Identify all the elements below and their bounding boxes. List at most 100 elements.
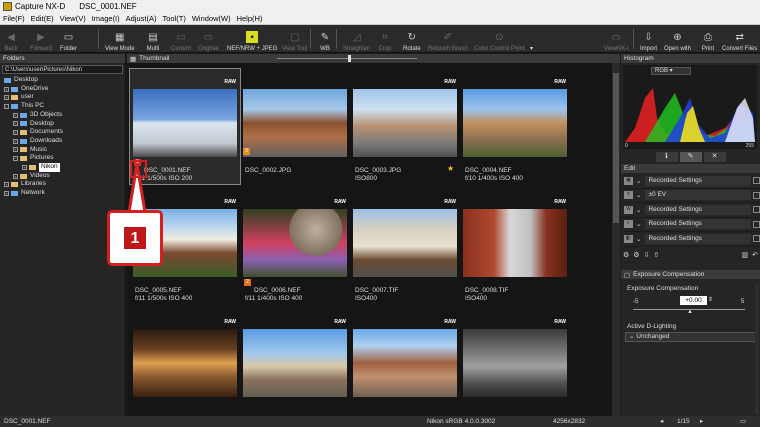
forward-button[interactable]: ▶ Forward xyxy=(30,26,52,53)
edit-row-picture-control[interactable]: ▣ ⌄ Recorded Settings xyxy=(621,174,760,189)
chevron-down-icon[interactable]: ⌄ xyxy=(636,177,641,185)
tree-item-this-pc[interactable]: − This PC xyxy=(0,102,125,111)
reset-checkbox[interactable] xyxy=(753,220,760,228)
thumbnail-size-slider[interactable] xyxy=(277,55,417,62)
import-button[interactable]: ⇩ Import xyxy=(640,26,657,53)
menu-image[interactable]: Image(I) xyxy=(92,14,120,23)
prev-page-icon[interactable]: ◂ xyxy=(660,417,663,425)
expand-icon[interactable]: + xyxy=(13,112,18,118)
thumbnail-scrollbar[interactable] xyxy=(612,63,620,416)
menu-help[interactable]: Help(H) xyxy=(237,14,263,23)
tree-item-user[interactable]: + user xyxy=(0,93,125,102)
viewnx-button[interactable]: ▭ ViewNX-i xyxy=(604,26,629,53)
expand-icon[interactable]: + xyxy=(4,86,9,92)
current-button[interactable]: ▭ Current xyxy=(171,26,191,53)
exposure-slider-handle[interactable]: ▲ xyxy=(687,309,693,315)
slider-knob[interactable] xyxy=(348,55,351,62)
folder-button[interactable]: ▭ Folder xyxy=(60,26,77,53)
exposure-spinner[interactable]: ⇕ xyxy=(708,296,713,303)
edit-row-lens[interactable]: ◧ ⌄ Recorded Settings xyxy=(621,232,760,247)
thumbnail-dsc-0012[interactable]: RAW xyxy=(460,309,570,424)
menu-edit[interactable]: Edit(E) xyxy=(31,14,54,23)
reset-checkbox[interactable] xyxy=(753,235,760,243)
exposure-value-field[interactable]: +0.00 xyxy=(680,296,707,305)
tree-item-pc-desktop[interactable]: + Desktop xyxy=(0,120,125,129)
print-button[interactable]: ⎙ Print xyxy=(701,26,715,53)
next-page-icon[interactable]: ▸ xyxy=(700,417,703,425)
thumbnail-dsc-0006[interactable]: RAW 2 DSC_0006.NEF f/11 1/400s ISO 400 xyxy=(240,189,350,304)
expand-icon[interactable]: + xyxy=(13,138,18,144)
open-with-button[interactable]: ⊕ Open with xyxy=(664,26,691,53)
expand-icon[interactable]: + xyxy=(4,182,9,188)
gear-icon[interactable]: ⚙ xyxy=(633,251,639,261)
nef-jpeg-button[interactable]: ▪ NEF/NRW + JPEG xyxy=(227,26,277,52)
thumbnail-dsc-0007[interactable]: RAW DSC_0007.TIF ISO400 xyxy=(350,189,460,304)
adl-dropdown[interactable]: ⌄ Unchanged xyxy=(625,332,757,342)
tree-item-onedrive[interactable]: + OneDrive xyxy=(0,85,125,94)
thumbnail-dsc-0009[interactable]: RAW xyxy=(130,309,240,424)
reset-checkbox[interactable] xyxy=(753,206,760,214)
expand-icon[interactable]: + xyxy=(13,173,18,179)
reset-checkbox[interactable] xyxy=(753,191,760,199)
settings-icon[interactable]: ⚙ xyxy=(623,251,629,261)
reset-checkbox[interactable] xyxy=(753,177,760,185)
wb-button[interactable]: ✎ WB xyxy=(318,26,332,53)
download-icon[interactable]: ⇩ xyxy=(644,251,650,261)
folder-path-field[interactable]: C:\Users\user\Pictures\Nikon xyxy=(2,65,123,74)
upload-icon[interactable]: ⇧ xyxy=(653,251,659,261)
thumbnail-dsc-0011[interactable]: RAW xyxy=(350,309,460,424)
tree-item-downloads[interactable]: + Downloads xyxy=(0,137,125,146)
expand-icon[interactable]: + xyxy=(13,130,18,136)
tree-item-desktop[interactable]: Desktop xyxy=(0,76,125,85)
edit-row-wb[interactable]: W ⌄ Recorded Settings xyxy=(621,203,760,218)
original-button[interactable]: ▭ Original xyxy=(198,26,219,53)
tree-item-music[interactable]: + Music xyxy=(0,146,125,155)
rotate-button[interactable]: ↻ Rotate xyxy=(403,26,421,53)
undo-icon[interactable]: ↶ xyxy=(752,251,758,261)
crop-button[interactable]: ⌗ Crop xyxy=(378,26,392,53)
expand-icon[interactable]: + xyxy=(22,164,27,170)
back-button[interactable]: ◀ Back xyxy=(4,26,18,53)
thumbnail-dsc-0008[interactable]: RAW DSC_0008.TIF ISO400 xyxy=(460,189,570,304)
view-mode-button[interactable]: ▦ View Mode xyxy=(105,26,135,53)
menu-view[interactable]: View(V) xyxy=(60,14,86,23)
chevron-down-icon[interactable]: ⌄ xyxy=(636,220,641,228)
thumbnail-dsc-0002[interactable]: 3 DSC_0002.JPG xyxy=(240,69,350,184)
edit-row-tone[interactable]: ◐ ⌄ Recorded Settings xyxy=(621,218,760,232)
tree-item-3d-objects[interactable]: +3D Objects xyxy=(0,111,125,120)
menu-window[interactable]: Window(W) xyxy=(192,14,231,23)
straighten-button[interactable]: ◿ Straighten xyxy=(343,26,370,53)
expand-icon[interactable]: + xyxy=(4,95,9,101)
chevron-down-icon[interactable]: ⌄ xyxy=(636,235,641,243)
retouch-brush-button[interactable]: ✐ Retouch Brush xyxy=(428,26,468,53)
collapse-icon[interactable]: ▢ xyxy=(624,271,630,279)
convert-files-button[interactable]: ⇄ Convert Files xyxy=(722,26,757,53)
view-tool-button[interactable]: ▢ View Tool xyxy=(282,26,307,53)
collapse-icon[interactable]: − xyxy=(4,103,9,109)
edit-tab[interactable]: ✎ xyxy=(679,152,702,162)
menu-adjust[interactable]: Adjust(A) xyxy=(126,14,157,23)
thumbnail-dsc-0004[interactable]: RAW DSC_0004.NEF f/10 1/400s ISO 400 xyxy=(460,69,570,184)
chevron-down-icon[interactable]: ⌄ xyxy=(636,206,641,214)
info-tab[interactable]: ℹ xyxy=(655,152,678,162)
filter-icon[interactable]: ▥ xyxy=(742,251,749,261)
thumbnail-dsc-0003[interactable]: RAW DSC_0003.JPG ISO800 ★ xyxy=(350,69,460,184)
thumbnail-dsc-0010[interactable]: RAW xyxy=(240,309,350,424)
scrollbar-thumb[interactable] xyxy=(613,73,619,223)
channel-select[interactable]: RGB ▾ xyxy=(651,67,691,75)
menu-tool[interactable]: Tool(T) xyxy=(163,14,186,23)
multi-button[interactable]: ▤ Multi xyxy=(146,26,160,53)
right-panel-scrollbar[interactable] xyxy=(755,284,759,414)
menu-file[interactable]: File(F) xyxy=(3,14,25,23)
expand-icon[interactable]: + xyxy=(13,147,18,153)
chevron-down-icon[interactable]: ⌄ xyxy=(636,191,641,199)
tree-item-documents[interactable]: + Documents xyxy=(0,128,125,137)
more-tools-dropdown[interactable]: ▾ xyxy=(530,26,533,52)
edit-row-exposure[interactable]: ± ⌄ ±0 EV xyxy=(621,189,760,203)
fullscreen-icon[interactable]: ▭ xyxy=(740,417,746,425)
expand-icon[interactable]: + xyxy=(13,121,18,127)
color-control-point-button[interactable]: ⊙ Color Control Point xyxy=(474,26,525,53)
collapse-icon[interactable]: − xyxy=(13,156,18,162)
metadata-tab[interactable]: ✕ xyxy=(703,152,726,162)
expand-icon[interactable]: + xyxy=(4,190,9,196)
